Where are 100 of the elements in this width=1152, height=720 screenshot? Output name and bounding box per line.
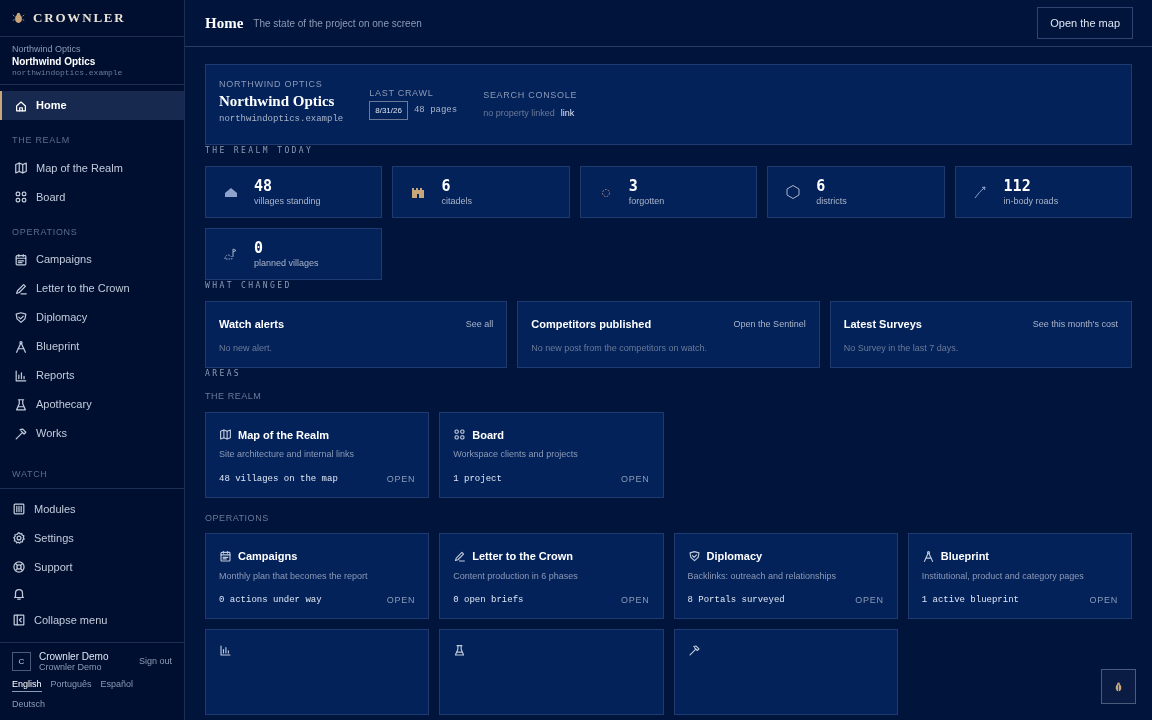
nav-item[interactable]: Home (0, 91, 184, 120)
map-icon (219, 428, 232, 442)
area-card[interactable]: Campaigns Monthly plan that becomes the report 0 actions under way OPEN (205, 533, 430, 619)
stat-value: 48 (254, 177, 274, 195)
hammer-icon (14, 426, 28, 441)
nav-item[interactable]: Support (0, 552, 184, 582)
card-title: Letter to the Crown (472, 549, 574, 564)
language-option[interactable]: Español (100, 678, 134, 692)
flask-icon (14, 397, 28, 412)
section-heading: OPERATIONS (11, 225, 79, 239)
card-description: Workspace clients and projects (453, 448, 578, 461)
bell-icon (12, 586, 26, 601)
stat-label: districts (816, 195, 847, 207)
settings-icon (12, 531, 26, 545)
language-option[interactable]: Português (50, 678, 92, 692)
brand-name: CROWNLER (33, 9, 126, 28)
open-link[interactable]: OPEN (386, 594, 416, 608)
card-title: Diplomacy (706, 549, 763, 564)
area-card[interactable] (673, 629, 898, 715)
card-message: No new alert. (219, 341, 274, 355)
nav-item[interactable]: Diplomacy (0, 303, 184, 332)
field-label: SEARCH CONSOLE (483, 89, 578, 101)
beetle-icon (1113, 680, 1124, 693)
console-status: no property linked (483, 107, 555, 120)
card-count: 48 villages on the map (219, 472, 338, 486)
open-link[interactable]: OPEN (621, 472, 650, 486)
area-card[interactable]: Letter to the Crown Content production in 6 phases 0 open briefs OPEN (439, 533, 664, 619)
section-heading: WATCH (11, 468, 49, 481)
nav-item[interactable]: Blueprint (0, 332, 184, 361)
section-title: WHAT CHANGED (205, 280, 292, 292)
user-name: Crownler Demo (39, 651, 109, 662)
stat-value: 0 (254, 239, 265, 257)
lifebuoy-icon (12, 560, 26, 574)
dashed-flag-icon (223, 246, 239, 262)
project-domain: northwindoptics.example (219, 113, 344, 126)
card-count: 1 project (453, 472, 502, 486)
open-link[interactable]: OPEN (621, 594, 650, 608)
area-card[interactable]: Board Workspace clients and projects 1 project OPEN (439, 411, 664, 498)
card-title: Board (472, 427, 505, 443)
nav-item[interactable]: Campaigns (0, 245, 184, 274)
shield-icon (687, 549, 701, 563)
stat-label: planned villages (254, 257, 319, 269)
open-map-button[interactable]: Open the map (1037, 7, 1133, 39)
nav-item[interactable]: Reports (0, 361, 184, 390)
card-link[interactable]: See all (465, 317, 494, 331)
card-link[interactable]: Open the Sentinel (733, 317, 806, 331)
helper-button[interactable] (1101, 669, 1136, 704)
stat-label: forgotten (628, 195, 665, 207)
project-name: Northwind Optics (12, 55, 97, 68)
open-link[interactable]: OPEN (386, 472, 416, 486)
workspace-name: Northwind Optics (12, 43, 82, 55)
grid-icon (14, 190, 28, 204)
card-title: Map of the Realm (238, 427, 330, 443)
calendar-icon (14, 252, 28, 267)
area-card[interactable]: Diplomacy Backlinks: outreach and relationships 8 Portals surveyed OPEN (673, 533, 898, 619)
open-link[interactable]: OPEN (1089, 594, 1118, 608)
language-option[interactable]: English (12, 678, 42, 692)
nav-item[interactable]: Letter to the Crown (0, 274, 184, 303)
curved-arrow-icon (972, 184, 989, 200)
crawl-pages: 48 pages (413, 103, 458, 117)
nav-item[interactable]: Collapse menu (0, 605, 184, 635)
bar-chart-icon (219, 644, 232, 657)
nav-item[interactable]: Board (0, 182, 184, 212)
card-message: No new post from the competitors on watch. (531, 341, 708, 355)
hexagon-icon (785, 184, 802, 200)
link-property-link[interactable]: link (560, 107, 575, 121)
card-title: Campaigns (238, 549, 298, 564)
area-card[interactable]: Blueprint Institutional, product and category pages 1 active blueprint OPEN (907, 533, 1132, 619)
area-card[interactable]: Map of the Realm Site architecture and internal links 48 villages on the map OPEN (205, 411, 430, 498)
map-icon (14, 161, 28, 175)
nav-item[interactable]: Modules (0, 494, 184, 524)
sign-out-link[interactable]: Sign out (138, 654, 172, 669)
nav-item[interactable]: Map of the Realm (0, 153, 184, 183)
nav-item[interactable]: Settings (0, 523, 184, 553)
card-description: Site architecture and internal links (219, 448, 355, 461)
card-link[interactable]: See this month's cost (1032, 317, 1118, 331)
open-link[interactable]: OPEN (855, 594, 884, 608)
notifications-button[interactable] (12, 586, 26, 601)
bar-chart-icon (14, 368, 28, 383)
hammer-icon (687, 644, 701, 657)
page-subtitle: The state of the project on one screen (253, 16, 422, 31)
area-card[interactable] (205, 629, 430, 715)
card-count: 8 Portals surveyed (687, 594, 785, 607)
stat-value: 6 (441, 177, 452, 195)
collapse-icon (12, 613, 26, 627)
compass-icon (14, 339, 28, 354)
area-card[interactable] (439, 629, 664, 715)
nav-item[interactable]: Apothecary (0, 390, 184, 419)
flask-icon (453, 644, 467, 657)
group-title: THE REALM (205, 390, 262, 403)
card-count: 0 open briefs (453, 594, 524, 607)
pen-icon (14, 281, 28, 296)
card-description: Monthly plan that becomes the report (219, 569, 368, 583)
beetle-logo-icon (12, 11, 25, 25)
card-title: Blueprint (940, 549, 990, 564)
nav-item[interactable]: Works (0, 419, 184, 448)
stat-value: 3 (628, 177, 639, 195)
group-title: OPERATIONS (205, 511, 269, 525)
language-option[interactable]: Deutsch (12, 698, 46, 712)
compass-icon (921, 549, 935, 563)
